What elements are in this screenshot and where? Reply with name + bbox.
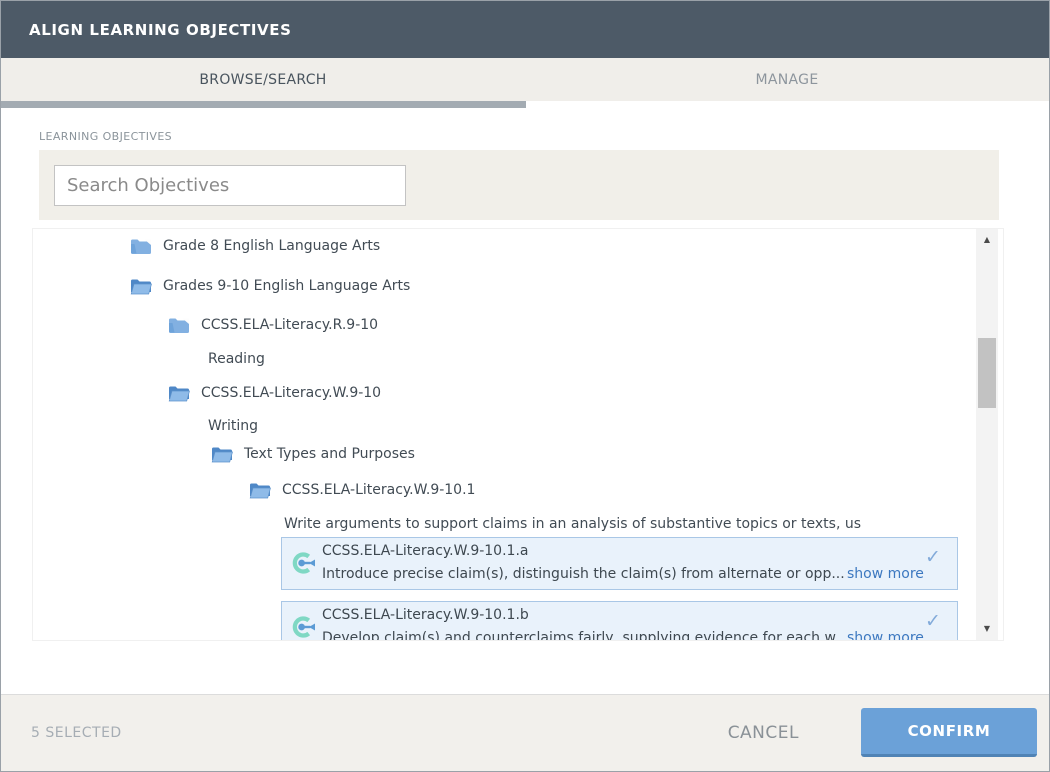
folder-icon [168, 317, 190, 334]
search-objectives-input[interactable] [54, 165, 406, 206]
tree-text-writing: Writing [208, 415, 258, 437]
tab-bar: BROWSE/SEARCH MANAGE [1, 58, 1049, 101]
search-panel [39, 150, 999, 220]
tree-text-label: Write arguments to support claims in an … [284, 516, 861, 532]
tree-text-label: Reading [208, 351, 265, 367]
tree-folder-grades9-10[interactable]: Grades 9-10 English Language Arts [130, 275, 410, 297]
objective-code: CCSS.ELA-Literacy.W.9-10.1.a [322, 543, 528, 559]
tree-folder-label: Grades 9-10 English Language Arts [163, 278, 410, 294]
show-more-link[interactable]: show more [847, 630, 924, 641]
objective-card-w-9-10-1-b[interactable]: CCSS.ELA-Literacy.W.9-10.1.b Develop cla… [281, 601, 958, 641]
folder-icon [130, 238, 152, 255]
confirm-button[interactable]: CONFIRM [861, 708, 1037, 757]
dialog-title: ALIGN LEARNING OBJECTIVES [29, 21, 292, 39]
objective-target-icon [290, 615, 316, 639]
folder-open-icon [211, 446, 233, 463]
learning-objectives-label: LEARNING OBJECTIVES [39, 130, 172, 143]
tree-folder-label: Text Types and Purposes [244, 446, 415, 462]
objective-description: Introduce precise claim(s), distinguish … [322, 566, 845, 582]
cancel-button[interactable]: CANCEL [722, 722, 805, 744]
selected-check-icon[interactable]: ✓ [925, 610, 941, 632]
selected-count: 5 SELECTED [31, 725, 122, 741]
tab-manage[interactable]: MANAGE [525, 58, 1049, 101]
scroll-down-icon[interactable]: ▼ [976, 624, 998, 633]
dialog-footer: 5 SELECTED CANCEL CONFIRM [1, 694, 1049, 771]
tree-folder-label: Grade 8 English Language Arts [163, 238, 380, 254]
tab-browse-search[interactable]: BROWSE/SEARCH [1, 58, 525, 101]
tree-folder-ccss-w-9-10-1[interactable]: CCSS.ELA-Literacy.W.9-10.1 [249, 479, 475, 501]
objective-description: Develop claim(s) and counterclaims fairl… [322, 630, 848, 641]
tree-text-reading: Reading [208, 348, 265, 370]
dialog-header: ALIGN LEARNING OBJECTIVES [1, 1, 1049, 58]
folder-open-icon [130, 278, 152, 295]
tree-folder-grade8[interactable]: Grade 8 English Language Arts [130, 235, 380, 257]
tree-scrollbar[interactable]: ▲ ▼ [976, 229, 998, 640]
tree-folder-ccss-r-9-10[interactable]: CCSS.ELA-Literacy.R.9-10 [168, 314, 378, 336]
tree-folder-ccss-w-9-10[interactable]: CCSS.ELA-Literacy.W.9-10 [168, 382, 381, 404]
selected-check-icon[interactable]: ✓ [925, 546, 941, 568]
tree-folder-text-types-purposes[interactable]: Text Types and Purposes [211, 443, 415, 465]
tree-folder-label: CCSS.ELA-Literacy.W.9-10.1 [282, 482, 475, 498]
show-more-link[interactable]: show more [847, 566, 924, 582]
tree-standard-description: Write arguments to support claims in an … [284, 513, 861, 535]
scrollbar-thumb[interactable] [978, 338, 996, 408]
folder-open-icon [168, 385, 190, 402]
objectives-tree: Grade 8 English Language Arts Grades 9-1… [32, 228, 1004, 641]
scroll-up-icon[interactable]: ▲ [976, 235, 998, 244]
objective-code: CCSS.ELA-Literacy.W.9-10.1.b [322, 607, 529, 623]
tree-text-label: Writing [208, 418, 258, 434]
tree-folder-label: CCSS.ELA-Literacy.W.9-10 [201, 385, 381, 401]
folder-open-icon [249, 482, 271, 499]
tree-folder-label: CCSS.ELA-Literacy.R.9-10 [201, 317, 378, 333]
objective-target-icon [290, 551, 316, 575]
align-learning-objectives-dialog: ALIGN LEARNING OBJECTIVES BROWSE/SEARCH … [0, 0, 1050, 772]
active-tab-indicator [1, 101, 526, 108]
objective-card-w-9-10-1-a[interactable]: CCSS.ELA-Literacy.W.9-10.1.a Introduce p… [281, 537, 958, 590]
